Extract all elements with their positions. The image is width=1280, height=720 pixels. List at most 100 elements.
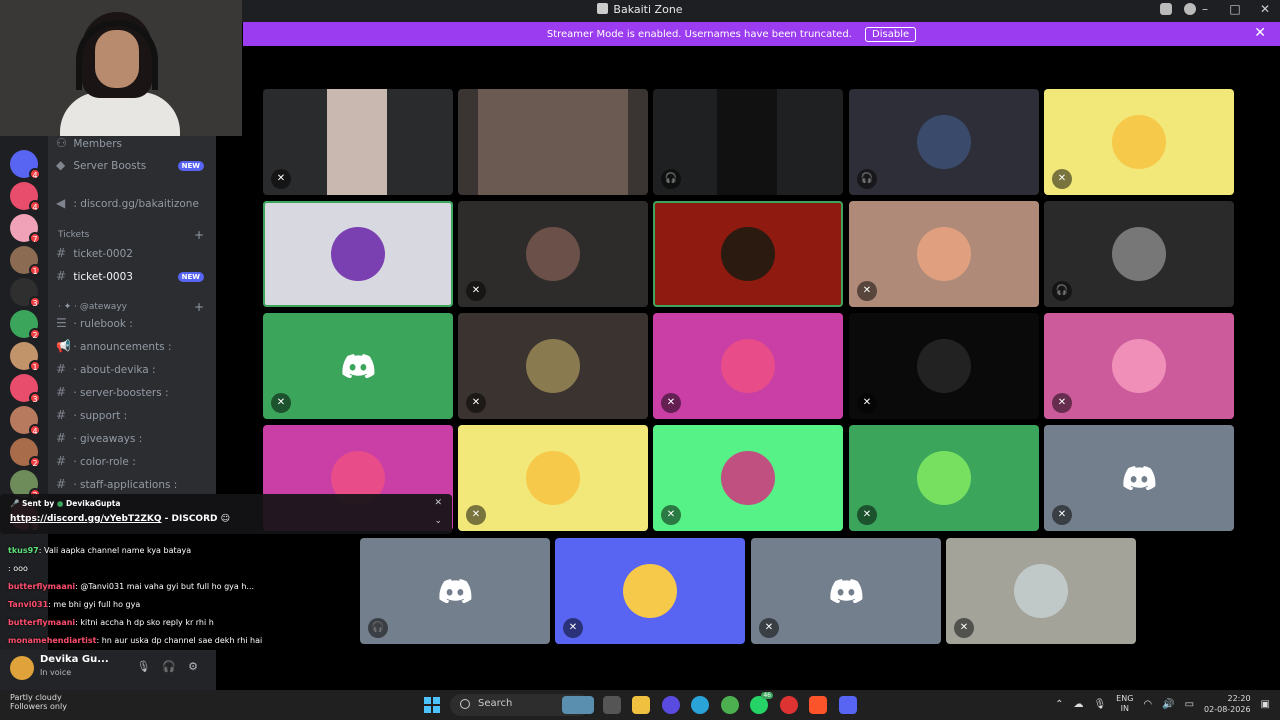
server-icon[interactable]: 3 — [10, 374, 41, 404]
participant-tile[interactable]: ✕ — [849, 201, 1039, 307]
server-icon[interactable]: 4 — [10, 406, 41, 436]
participant-tile[interactable]: ✕ — [849, 313, 1039, 419]
participant-tile[interactable]: ✕ — [263, 313, 453, 419]
channel-invite[interactable]: ◀ : discord.gg/bakaitizone — [56, 196, 210, 216]
members-item[interactable]: ⚇ Members — [56, 136, 210, 156]
channel-item[interactable]: # · support : — [56, 408, 210, 428]
discord-taskbar-icon[interactable] — [839, 696, 857, 714]
channel-item[interactable]: 📢 · announcements : — [56, 339, 210, 359]
add-channel-icon[interactable]: + — [194, 300, 204, 314]
app-icon[interactable] — [780, 696, 798, 714]
chat-text: : @Tanvi031 mai vaha gyi but full ho gya… — [75, 582, 255, 591]
participant-tile[interactable]: ✕ — [946, 538, 1136, 644]
muted-mic-icon: ✕ — [954, 618, 974, 638]
participant-tile[interactable]: ✕ — [653, 313, 843, 419]
participant-tile[interactable]: ✕ — [653, 425, 843, 531]
file-explorer-icon[interactable] — [632, 696, 650, 714]
minimize-button[interactable]: – — [1198, 2, 1212, 16]
microphone-icon[interactable]: 🎙 — [136, 660, 150, 673]
channel-item[interactable]: # · giveaways : — [56, 431, 210, 451]
volume-icon[interactable]: 🔊 — [1162, 699, 1174, 710]
participant-tile[interactable]: 🎧 — [653, 89, 843, 195]
channel-item[interactable]: # · color-role : — [56, 454, 210, 474]
participant-avatar — [1014, 564, 1068, 618]
disable-streamer-mode-button[interactable]: Disable — [865, 27, 917, 42]
server-icon[interactable]: 7 — [10, 214, 41, 244]
help-icon[interactable] — [1184, 3, 1196, 15]
participant-tile[interactable]: ✕ — [751, 538, 941, 644]
participant-tile[interactable]: ✕ — [1044, 313, 1234, 419]
participant-tile[interactable]: 🎧 — [1044, 201, 1234, 307]
mute-icon[interactable]: ✕ — [434, 498, 442, 508]
hash-icon: # — [56, 362, 67, 376]
server-icon[interactable]: 1 — [10, 342, 41, 372]
server-icon[interactable]: 1 — [10, 246, 41, 276]
notification-icon[interactable]: ▣ — [1261, 699, 1270, 710]
server-icon[interactable]: 2 — [10, 310, 41, 340]
close-icon[interactable]: ✕ — [1254, 25, 1266, 41]
server-icon[interactable]: 4 — [10, 150, 41, 180]
maximize-button[interactable]: □ — [1228, 2, 1242, 16]
chevron-down-icon[interactable]: ⌄ — [434, 516, 442, 526]
weather-widget[interactable]: Partly cloudy Followers only — [10, 693, 67, 711]
participant-tile[interactable]: ✕ — [849, 425, 1039, 531]
brave-icon[interactable] — [809, 696, 827, 714]
battery-icon[interactable]: ▭ — [1185, 699, 1194, 710]
category-gateway[interactable]: · ✦ · @atewayy + — [58, 300, 204, 314]
inbox-icon[interactable] — [1160, 3, 1172, 15]
gear-icon[interactable]: ⚙ — [188, 660, 198, 673]
deafened-icon: 🎧 — [661, 169, 681, 189]
chat-message: monamehendiartist: hn aur uska dp channe… — [8, 636, 262, 645]
channel-ticket-0002[interactable]: # ticket-0002 — [56, 246, 210, 266]
discord-logo-icon — [829, 579, 863, 604]
clock[interactable]: 22:20 02-08-2026 — [1204, 693, 1251, 715]
participant-tile[interactable]: 🎧 — [849, 89, 1039, 195]
close-button[interactable]: ✕ — [1258, 2, 1272, 16]
members-icon: ⚇ — [56, 136, 67, 150]
participant-tile[interactable]: ✕ — [1044, 89, 1234, 195]
app-icon[interactable] — [662, 696, 680, 714]
server-icon[interactable]: 4 — [10, 182, 41, 212]
chat-embed-overlay: 🎤 Sent by ● DevikaGupta https://discord.… — [0, 494, 452, 534]
participant-tile[interactable]: ✕ — [458, 425, 648, 531]
cloud-icon[interactable]: ☁ — [1073, 699, 1083, 710]
wifi-icon[interactable]: ◠ — [1143, 699, 1152, 710]
server-boosts-item[interactable]: ◆ Server Boosts NEW — [56, 158, 210, 178]
channel-item[interactable]: # · staff-applications : — [56, 477, 210, 494]
channel-ticket-0003[interactable]: # ticket-0003 NEW — [56, 269, 210, 289]
microphone-icon[interactable]: 🎙 — [1093, 699, 1106, 710]
participant-tile[interactable]: ✕ — [1044, 425, 1234, 531]
lang-top: ENG — [1116, 694, 1134, 703]
invite-link[interactable]: https://discord.gg/vYebT2ZKQ — [10, 514, 162, 524]
start-icon[interactable] — [424, 697, 440, 713]
participant-tile[interactable]: ✕ — [263, 89, 453, 195]
search-highlight-icon[interactable] — [562, 696, 594, 714]
chrome-icon[interactable] — [721, 696, 739, 714]
edge-icon[interactable] — [691, 696, 709, 714]
server-icon[interactable]: 2 — [10, 438, 41, 468]
whatsapp-icon[interactable]: 46 — [750, 692, 773, 714]
chevron-up-icon[interactable]: ⌃ — [1055, 699, 1063, 710]
participant-tile[interactable]: 🎧 — [360, 538, 550, 644]
participant-tile[interactable]: ✕ — [458, 201, 648, 307]
channel-item[interactable]: ☰ · rulebook : — [56, 316, 210, 336]
task-view-icon[interactable] — [603, 696, 621, 714]
participant-tile[interactable]: ✕ — [458, 313, 648, 419]
participant-tile[interactable]: ✕ — [555, 538, 745, 644]
avatar[interactable] — [10, 656, 34, 680]
category-tickets[interactable]: Tickets + — [58, 228, 204, 242]
participant-tile[interactable] — [458, 89, 648, 195]
hash-icon: # — [56, 269, 67, 283]
participant-avatar — [1112, 227, 1166, 281]
language-indicator[interactable]: ENG IN — [1116, 694, 1133, 714]
channel-item[interactable]: # · server-boosters : — [56, 385, 210, 405]
server-icon[interactable]: 3 — [10, 278, 41, 308]
participant-tile[interactable] — [653, 201, 843, 307]
channel-item[interactable]: # · about-devika : — [56, 362, 210, 382]
add-channel-icon[interactable]: + — [194, 228, 204, 242]
hash-icon: # — [56, 408, 67, 422]
hash-icon: # — [56, 246, 67, 260]
participant-tile[interactable] — [263, 201, 453, 307]
muted-mic-icon: ✕ — [271, 169, 291, 189]
headphones-icon[interactable]: 🎧 — [162, 660, 176, 673]
